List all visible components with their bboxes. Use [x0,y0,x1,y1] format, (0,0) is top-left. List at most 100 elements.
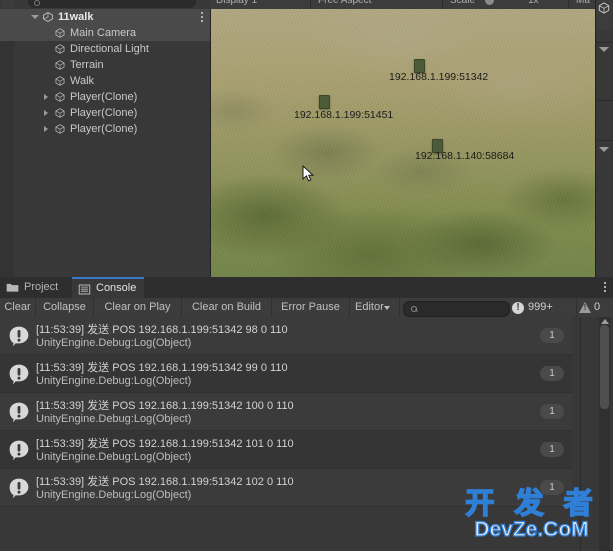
toolbar-separator-1 [310,0,311,8]
display-dropdown[interactable]: Display 1 [216,0,286,8]
clear-on-play-toggle[interactable]: Clear on Play [94,298,182,317]
log-collapse-count: 1 [540,442,564,457]
scale-value: 1x [528,0,539,6]
log-entry[interactable]: [11:53:39] 发送 POS 192.168.1.199:51342 10… [0,431,572,469]
player-ip-label: 192.168.1.199:51342 [389,71,489,83]
console-search-input[interactable] [403,301,510,317]
console-scrollbar-thumb[interactable] [600,325,609,409]
log-info-icon [9,326,29,347]
gameobject-cube-icon [55,44,65,54]
gameobject-cube-icon [55,76,65,86]
tab-project[interactable]: Project [0,277,66,298]
error-count-label: 999+ [528,301,553,313]
warning-count-label: 0 [594,301,601,313]
log-stacktrace: UnityEngine.Debug:Log(Object) [36,489,192,501]
clear-button[interactable]: Clear [0,298,36,317]
inspector-divider [596,140,613,141]
inspector-header [596,0,613,30]
game-view[interactable]: 192.168.1.199:51342 192.168.1.199:51451 … [211,9,595,277]
inspector-divider [596,100,613,101]
hierarchy-item-label: Terrain [70,59,104,71]
hierarchy-item-main-camera[interactable]: Main Camera [0,25,210,41]
console-scrollbar[interactable] [599,317,610,551]
log-message: [11:53:39] 发送 POS 192.168.1.199:51342 99… [36,362,288,374]
log-stacktrace: UnityEngine.Debug:Log(Object) [36,413,192,425]
console-panel: Project Console Clear Collapse Clear on … [0,277,613,551]
hierarchy-item-label: Player(Clone) [70,107,138,119]
error-count[interactable]: 999+ [512,298,574,317]
terrain-noise-overlay [211,9,595,277]
log-entry[interactable]: [11:53:39] 发送 POS 192.168.1.199:51342 10… [0,469,572,507]
hierarchy-search-input[interactable] [28,0,196,8]
hierarchy-scene-row[interactable]: 11walk [0,9,210,25]
gameobject-cube-icon [598,2,610,14]
search-icon [411,306,417,312]
player-ip-label: 192.168.1.140:58684 [415,150,515,162]
toolbar-separator-3 [568,0,569,8]
scroll-up-icon[interactable] [601,319,609,324]
log-message: [11:53:39] 发送 POS 192.168.1.199:51342 10… [36,476,294,488]
log-message: [11:53:39] 发送 POS 192.168.1.199:51342 98… [36,324,288,336]
hierarchy-item-directional-light[interactable]: Directional Light [0,41,210,57]
tab-console[interactable]: Console [72,277,145,300]
hierarchy-item-player-clone-1[interactable]: Player(Clone) [0,89,210,105]
bottom-tab-strip: Project Console [0,277,613,300]
chevron-down-icon[interactable] [384,306,390,310]
chevron-down-icon[interactable] [599,47,609,52]
hierarchy-item-label: Walk [70,75,95,87]
chevron-right-icon[interactable] [44,109,48,116]
gameobject-cube-icon [55,92,65,102]
player-marker [319,95,330,109]
log-entry[interactable]: [11:53:39] 发送 POS 192.168.1.199:51342 98… [0,317,572,355]
log-collapse-count: 1 [540,480,564,495]
warning-count[interactable]: 0 [576,298,613,317]
inspector-panel [595,0,613,277]
folder-icon [6,283,19,292]
chevron-right-icon[interactable] [44,93,48,100]
hierarchy-item-label: Player(Clone) [70,123,138,135]
scale-label: Scale [450,0,476,6]
hierarchy-item-terrain[interactable]: Terrain [0,57,210,73]
console-split-line [580,317,581,551]
hierarchy-more-menu[interactable] [201,12,204,23]
game-view-toolbar: Display 1 Free Aspect Scale 1x Ma [210,0,613,9]
inspector-divider [596,42,613,43]
hierarchy-item-label: Player(Clone) [70,91,138,103]
log-info-icon [9,364,29,385]
log-message: [11:53:39] 发送 POS 192.168.1.199:51342 10… [36,400,294,412]
log-entry[interactable]: [11:53:39] 发送 POS 192.168.1.199:51342 10… [0,393,572,431]
scale-slider-knob[interactable] [485,0,494,5]
log-entry[interactable]: [11:53:39] 发送 POS 192.168.1.199:51342 99… [0,355,572,393]
console-toolbar: Clear Collapse Clear on Play Clear on Bu… [0,298,613,318]
tab-console-label: Console [96,282,137,294]
clear-on-build-toggle[interactable]: Clear on Build [182,298,272,317]
gameobject-cube-icon [55,108,65,118]
hierarchy-scene-label: 11walk [58,11,94,23]
chevron-right-icon[interactable] [44,125,48,132]
warning-icon [579,302,591,313]
console-icon [78,284,91,295]
console-more-menu[interactable] [604,282,606,294]
chevron-down-icon[interactable] [31,15,39,22]
top-toolbar-strip: Display 1 Free Aspect Scale 1x Ma [0,0,613,9]
hierarchy-item-walk[interactable]: Walk [0,73,210,89]
error-pause-toggle[interactable]: Error Pause [272,298,350,317]
log-info-icon [9,402,29,423]
console-log-list[interactable]: [11:53:39] 发送 POS 192.168.1.199:51342 98… [0,317,613,551]
hierarchy-item-label: Directional Light [70,43,149,55]
unity-scene-icon [43,12,53,22]
player-ip-label: 192.168.1.199:51451 [294,109,394,121]
log-stacktrace: UnityEngine.Debug:Log(Object) [36,451,192,463]
log-message: [11:53:39] 发送 POS 192.168.1.199:51342 10… [36,438,294,450]
collapse-toggle[interactable]: Collapse [36,298,94,317]
hierarchy-item-player-clone-2[interactable]: Player(Clone) [0,105,210,121]
gameobject-cube-icon [55,28,65,38]
log-collapse-count: 1 [540,404,564,419]
log-info-icon [9,440,29,461]
unity-editor-window: Display 1 Free Aspect Scale 1x Ma 11walk [0,0,613,551]
hierarchy-item-player-clone-3[interactable]: Player(Clone) [0,121,210,137]
hierarchy-item-label: Main Camera [70,27,137,39]
chevron-down-icon[interactable] [599,147,609,152]
aspect-dropdown[interactable]: Free Aspect [318,0,428,8]
editor-dropdown[interactable]: Editor [350,298,400,317]
